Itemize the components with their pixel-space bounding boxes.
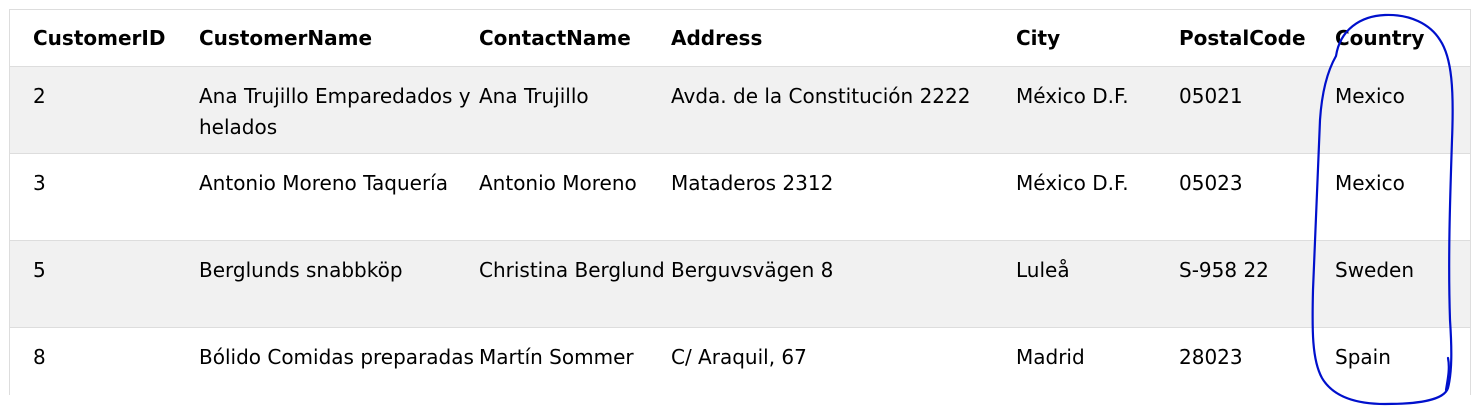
customers-table: CustomerID CustomerName ContactName Addr… [10, 10, 1470, 395]
cell-customername: Ana Trujillo Emparedados y helados [199, 83, 471, 139]
cell-address: C/ Araquil, 67 [671, 344, 807, 369]
cell-country: Spain [1335, 344, 1391, 369]
column-header-customername: CustomerName [199, 26, 373, 50]
cell-postalcode: 05021 [1179, 83, 1243, 108]
cell-city: Luleå [1016, 257, 1070, 282]
customers-table-container: CustomerID CustomerName ContactName Addr… [9, 9, 1471, 395]
cell-customerid: 3 [33, 170, 46, 195]
cell-country: Sweden [1335, 257, 1415, 282]
cell-address: Avda. de la Constitución 2222 [671, 83, 971, 108]
cell-address: Berguvsvägen 8 [671, 257, 834, 282]
cell-country: Mexico [1335, 170, 1405, 195]
cell-city: México D.F. [1016, 170, 1129, 195]
table-row: 2 Ana Trujillo Emparedados y helados Ana… [10, 66, 1470, 153]
column-header-address: Address [671, 26, 763, 50]
cell-city: México D.F. [1016, 83, 1129, 108]
cell-city: Madrid [1016, 344, 1085, 369]
column-header-city: City [1016, 26, 1061, 50]
cell-postalcode: 05023 [1179, 170, 1243, 195]
column-header-country: Country [1335, 26, 1425, 50]
cell-customerid: 5 [33, 257, 46, 282]
column-header-customerid: CustomerID [33, 26, 166, 50]
table-row: 3 Antonio Moreno Taquería Antonio Moreno… [10, 153, 1470, 240]
cell-contactname: Ana Trujillo [479, 83, 589, 108]
cell-contactname: Antonio Moreno [479, 170, 637, 195]
cell-postalcode: S-958 22 [1179, 257, 1269, 282]
cell-country: Mexico [1335, 83, 1405, 108]
cell-customername: Antonio Moreno Taquería [199, 170, 448, 195]
table-header-row: CustomerID CustomerName ContactName Addr… [10, 10, 1470, 66]
cell-customerid: 8 [33, 344, 46, 369]
cell-contactname: Martín Sommer [479, 344, 634, 369]
cell-postalcode: 28023 [1179, 344, 1243, 369]
table-row: 5 Berglunds snabbköp Christina Berglund … [10, 240, 1470, 327]
cell-address: Mataderos 2312 [671, 170, 834, 195]
cell-contactname: Christina Berglund [479, 257, 665, 282]
cell-customername: Berglunds snabbköp [199, 257, 403, 282]
column-header-postalcode: PostalCode [1179, 26, 1306, 50]
column-header-contactname: ContactName [479, 26, 631, 50]
cell-customername: Bólido Comidas preparadas [199, 344, 474, 369]
table-row: 8 Bólido Comidas preparadas Martín Somme… [10, 327, 1470, 395]
cell-customerid: 2 [33, 83, 46, 108]
